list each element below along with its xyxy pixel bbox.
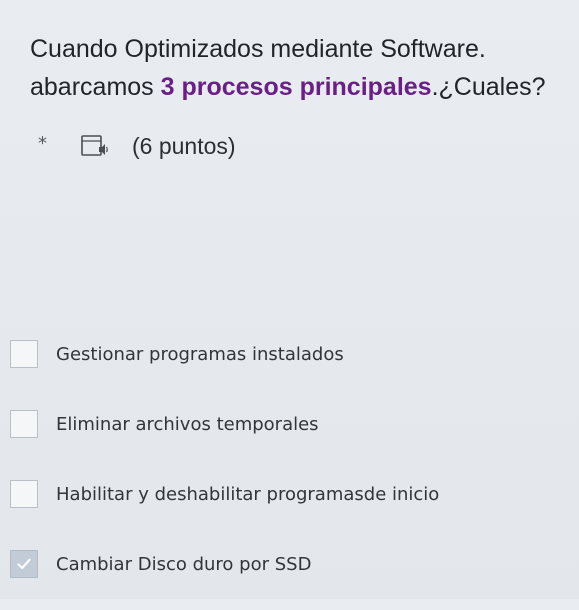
option-gestionar-programas[interactable]: Gestionar programas instalados [10, 330, 570, 378]
option-label: Gestionar programas instalados [56, 343, 344, 365]
question-text-prefix: abarcamos [30, 73, 161, 101]
checkbox[interactable] [10, 340, 38, 368]
option-label: Cambiar Disco duro por SSD [56, 553, 312, 575]
checkmark-icon [17, 558, 31, 570]
checkbox-checked[interactable] [10, 550, 38, 578]
immersive-reader-icon[interactable] [78, 133, 112, 159]
question-line-1: Cuando Optimizados mediante Software. [30, 35, 486, 63]
question-emphasis: 3 procesos principales [160, 73, 432, 101]
question-text-suffix: .¿Cuales? [431, 73, 546, 101]
question-meta: * (6 puntos) [38, 130, 236, 162]
checkbox[interactable] [10, 410, 38, 438]
required-asterisk: * [38, 133, 47, 154]
option-eliminar-temporales[interactable]: Eliminar archivos temporales [10, 400, 570, 448]
options-list: Gestionar programas instalados Eliminar … [10, 330, 570, 610]
option-label: Eliminar archivos temporales [56, 413, 319, 435]
checkbox[interactable] [10, 480, 38, 508]
question-title: Cuando Optimizados mediante Software. ab… [30, 30, 570, 106]
points-label: (6 puntos) [132, 132, 236, 159]
option-cambiar-disco[interactable]: Cambiar Disco duro por SSD [10, 540, 570, 588]
option-label: Habilitar y deshabilitar programasde ini… [56, 483, 440, 505]
question-line-2: abarcamos 3 procesos principales.¿Cuales… [30, 68, 570, 106]
option-programas-inicio[interactable]: Habilitar y deshabilitar programasde ini… [10, 470, 570, 518]
